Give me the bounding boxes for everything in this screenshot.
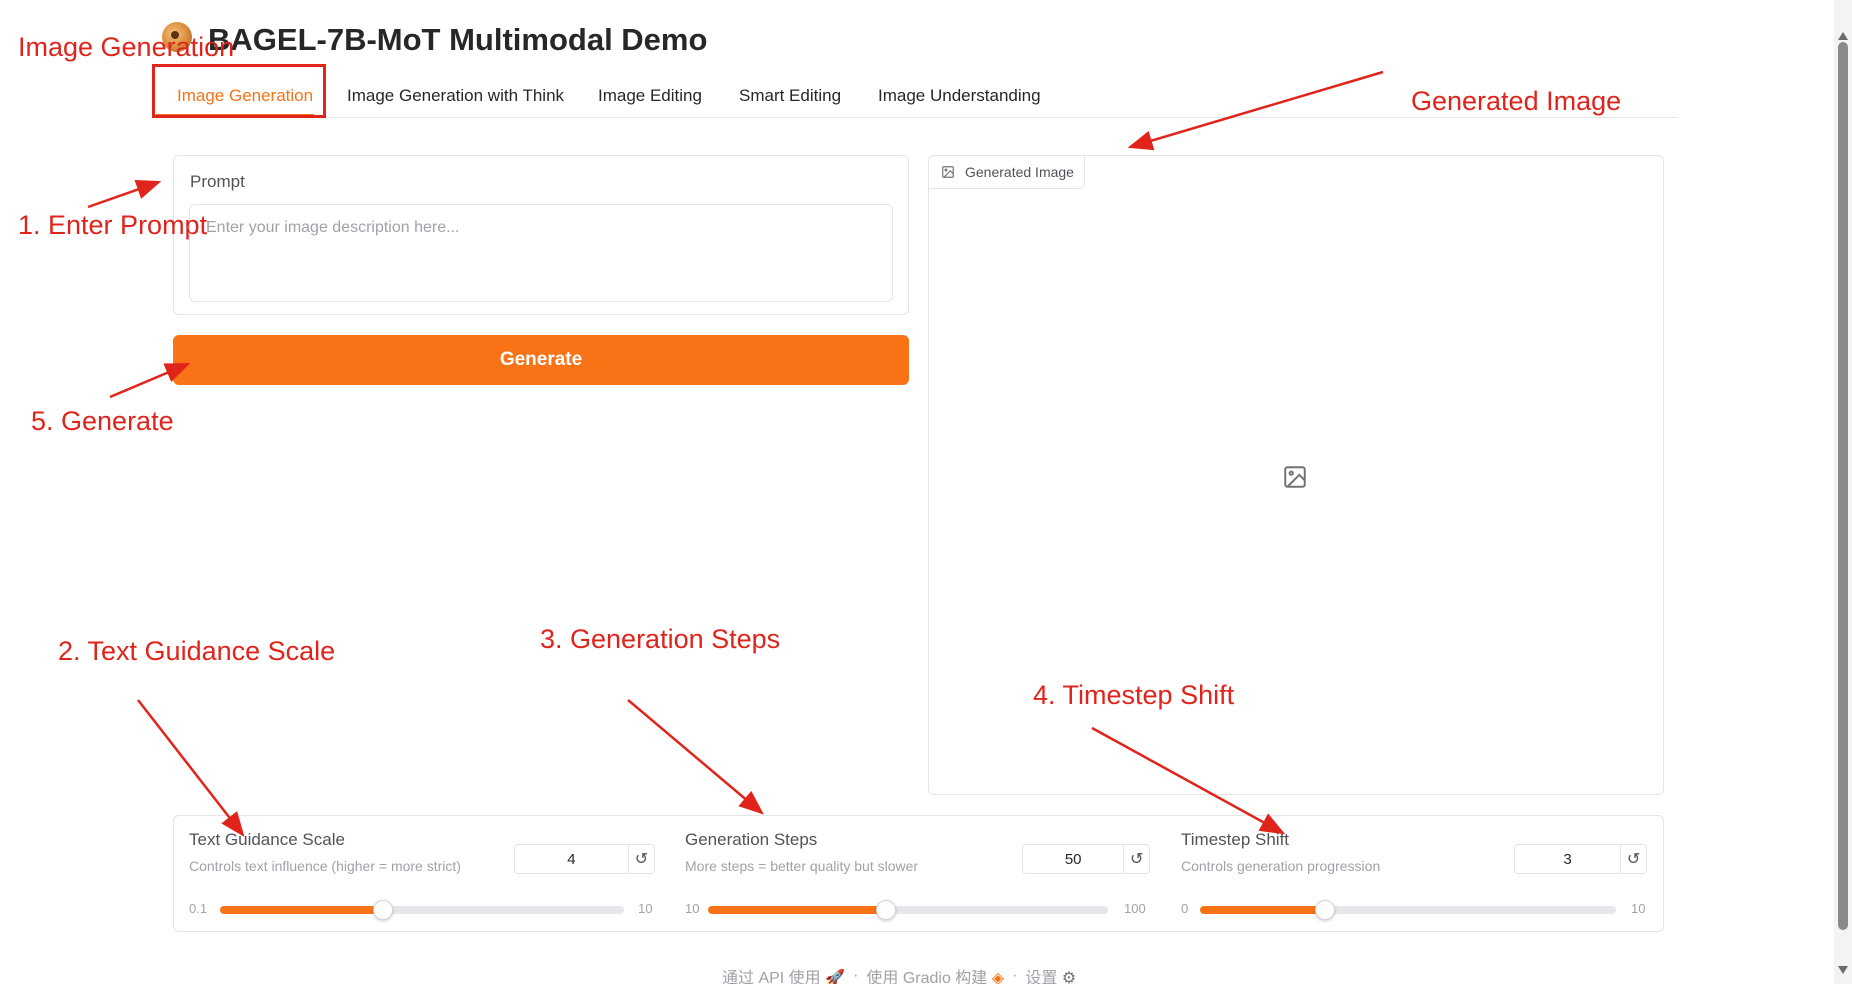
reset-icon[interactable]: ↺ <box>627 845 654 873</box>
app-title: BAGEL-7B-MoT Multimodal Demo <box>208 22 708 57</box>
footer: 通过 API 使用 🚀 · 使用 Gradio 构建 ◈ · 设置 ⚙ <box>722 964 1076 984</box>
slider-thumb[interactable] <box>1314 900 1335 920</box>
image-icon <box>942 166 954 178</box>
slider-fill <box>220 906 384 914</box>
generation-steps-slider: Generation Steps More steps = better qua… <box>670 816 1166 933</box>
slider-max: 100 <box>1124 901 1146 916</box>
slider-info: More steps = better quality but slower <box>685 858 919 874</box>
slider-thumb[interactable] <box>875 900 896 920</box>
prompt-label: Prompt <box>190 172 245 191</box>
gradio-logo-icon: ◈ <box>991 970 1005 984</box>
slider-track[interactable] <box>1200 900 1616 920</box>
tab-smart-editing[interactable]: Smart Editing <box>739 86 841 106</box>
use-via-api-link[interactable]: 通过 API 使用 🚀 <box>722 964 845 984</box>
annotation-image-generation: Image Generation <box>18 32 235 62</box>
timestep-shift-slider: Timestep Shift Controls generation progr… <box>1166 816 1664 933</box>
slider-fill <box>1200 906 1325 914</box>
slider-min: 0.1 <box>189 901 208 916</box>
app-page: BAGEL-7B-MoT Multimodal Demo Image Gener… <box>0 0 1852 984</box>
annotation-generation-steps: 3. Generation Steps <box>540 624 781 654</box>
scroll-down-icon[interactable] <box>1838 966 1848 974</box>
tab-image-generation-with-think[interactable]: Image Generation with Think <box>347 86 564 106</box>
slider-number-box: ↺ <box>514 844 655 874</box>
sliders-block: Text Guidance Scale Controls text influe… <box>173 815 1664 932</box>
scroll-thumb[interactable] <box>1838 42 1848 930</box>
slider-max: 10 <box>638 901 653 916</box>
reset-icon[interactable]: ↺ <box>1620 845 1646 873</box>
annotation-generated-image: Generated Image <box>1411 86 1622 116</box>
arrow-to-steps <box>627 699 764 815</box>
rocket-icon: 🚀 <box>825 970 846 984</box>
arrow-to-prompt <box>87 180 162 209</box>
slider-min: 0 <box>1181 901 1189 916</box>
annotation-tab-highlight-box <box>152 64 326 118</box>
gear-icon: ⚙ <box>1061 970 1077 984</box>
prompt-input[interactable] <box>189 204 893 302</box>
annotation-enter-prompt: 1. Enter Prompt <box>18 210 208 240</box>
scroll-up-icon[interactable] <box>1838 32 1848 40</box>
image-placeholder-icon <box>1284 466 1306 488</box>
text-guidance-scale-input[interactable] <box>515 845 628 873</box>
slider-track[interactable] <box>708 900 1108 920</box>
slider-thumb[interactable] <box>373 900 394 920</box>
slider-fill <box>708 906 886 914</box>
slider-label: Text Guidance Scale <box>189 830 345 849</box>
slider-number-box: ↺ <box>1022 844 1150 874</box>
generate-button[interactable]: Generate <box>173 335 909 385</box>
built-with-gradio-link[interactable]: 使用 Gradio 构建 ◈ <box>866 964 1004 984</box>
tab-image-understanding[interactable]: Image Understanding <box>878 86 1041 106</box>
generation-steps-input[interactable] <box>1023 845 1124 873</box>
scrollbar[interactable] <box>1834 0 1852 984</box>
generated-image-label: Generated Image <box>929 156 1085 189</box>
slider-max: 10 <box>1631 901 1646 916</box>
reset-icon[interactable]: ↺ <box>1123 845 1149 873</box>
annotation-timestep-shift: 4. Timestep Shift <box>1033 680 1235 710</box>
slider-label: Generation Steps <box>685 830 818 849</box>
tab-image-editing[interactable]: Image Editing <box>598 86 702 106</box>
settings-link[interactable]: 设置 ⚙ <box>1025 964 1076 984</box>
slider-info: Controls generation progression <box>1181 858 1381 874</box>
slider-track[interactable] <box>220 900 624 920</box>
slider-number-box: ↺ <box>1514 844 1647 874</box>
generated-image-label-text: Generated Image <box>965 164 1074 180</box>
footer-separator: · <box>853 967 859 984</box>
slider-min: 10 <box>685 901 700 916</box>
annotation-text-guidance-scale: 2. Text Guidance Scale <box>58 636 336 666</box>
footer-separator: · <box>1012 967 1018 984</box>
slider-info: Controls text influence (higher = more s… <box>189 858 461 874</box>
timestep-shift-input[interactable] <box>1515 845 1621 873</box>
slider-label: Timestep Shift <box>1181 830 1290 849</box>
text-guidance-scale-slider: Text Guidance Scale Controls text influe… <box>174 816 664 933</box>
annotation-generate: 5. Generate <box>31 406 174 436</box>
prompt-block: Prompt <box>173 155 909 315</box>
